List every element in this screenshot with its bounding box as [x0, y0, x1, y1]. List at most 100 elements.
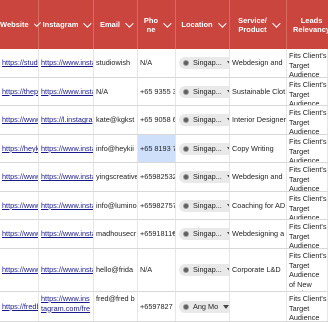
cell-website[interactable]: https://www.fric [0, 249, 39, 291]
cell-email[interactable]: N/A [94, 78, 138, 105]
instagram-value[interactable]: https://www.insta [41, 172, 93, 182]
cell-leads[interactable]: Fits Client's Target Audience of New Bus… [287, 49, 328, 77]
cell-leads[interactable]: Fits Client's Target Audience of New Bus… [287, 106, 328, 134]
header-service[interactable]: Service/ Product [230, 0, 287, 49]
cell-email[interactable]: info@lumino [94, 192, 138, 219]
cell-email[interactable]: fred@fred b [94, 292, 138, 321]
instagram-value[interactable]: https://www.ins tagram.com/fre [41, 294, 93, 313]
location-chip[interactable]: Singap... [179, 114, 229, 126]
cell-phone[interactable]: +65 9058 6 [138, 106, 176, 134]
dropdown-arrow-icon[interactable] [223, 304, 229, 309]
cell-instagram[interactable]: https://www.insta [39, 163, 94, 191]
table-row[interactable]: https://www.yinhttps://www.instayingscre… [0, 163, 328, 192]
cell-leads[interactable]: Fits Client's Target Audience [287, 292, 328, 321]
header-phone[interactable]: Pho ne [138, 0, 176, 49]
table-row[interactable]: https://thepureshttps://www.instaN/A +65 … [0, 78, 328, 106]
cell-service[interactable]: Webdesign and [230, 163, 287, 191]
chevron-down-icon[interactable] [125, 18, 134, 28]
instagram-value[interactable]: https://l.instagra [41, 115, 93, 125]
instagram-value[interactable]: https://www.insta [41, 265, 93, 275]
cell-service[interactable]: Sustainable Clot [230, 78, 287, 105]
cell-instagram[interactable]: https://l.instagra [39, 106, 94, 134]
cell-location[interactable]: Singap... [176, 78, 230, 105]
cell-instagram[interactable]: https://www.insta [39, 135, 94, 162]
table-row[interactable]: https://heykintshttps://www.instainfo@he… [0, 135, 328, 163]
cell-website[interactable]: https://www.yin [0, 163, 39, 191]
cell-location[interactable]: Ang Mo [176, 292, 230, 321]
cell-email[interactable]: kate@kgkst [94, 106, 138, 134]
cell-phone[interactable]: N/A [138, 49, 176, 77]
cell-location[interactable]: Singap... [176, 163, 230, 191]
cell-service[interactable] [230, 292, 287, 321]
cell-service[interactable]: Coaching for AD [230, 192, 287, 219]
header-website[interactable]: Website [0, 0, 41, 49]
chevron-down-icon[interactable] [83, 18, 93, 28]
cell-phone[interactable]: +65 8193 7 [138, 135, 176, 162]
cell-email[interactable]: hello@frida [94, 249, 138, 291]
cell-leads[interactable]: Fits Client's Target Audience of New Bus… [287, 163, 328, 191]
cell-leads[interactable]: Fits Client's Target Audience of New Bus… [287, 78, 328, 105]
cell-phone[interactable]: +6597827 [138, 292, 176, 321]
header-email[interactable]: Email [94, 0, 138, 49]
location-chip[interactable]: Singap... [179, 85, 229, 98]
cell-website[interactable]: https://fredbr [0, 292, 39, 321]
table-row[interactable]: https://www.frichttps://www.instahello@f… [0, 249, 328, 292]
cell-email[interactable]: info@heykii [94, 135, 138, 162]
cell-email[interactable]: yingscreative [94, 163, 138, 191]
location-chip[interactable]: Ang Mo [179, 300, 229, 313]
cell-email[interactable]: studiowish [94, 49, 138, 77]
location-chip[interactable]: Singap... [179, 142, 229, 155]
cell-service[interactable]: Interior Designer [230, 106, 287, 134]
location-chip[interactable]: Singap... [179, 199, 229, 212]
cell-instagram[interactable]: https://www.insta [39, 78, 94, 105]
cell-website[interactable]: https://www.ma [0, 220, 39, 248]
cell-phone[interactable]: +65982532 [138, 163, 176, 191]
cell-service[interactable]: Corporate L&D [230, 249, 287, 291]
website-value[interactable]: https://www.fric [2, 265, 38, 275]
cell-location[interactable]: Singap... [176, 135, 230, 162]
table-row[interactable]: https://www.mahttps://www.instamadhousec… [0, 220, 328, 249]
cell-location[interactable]: Singap... [176, 192, 230, 219]
cell-leads[interactable]: Fits Client's Target Audience of New Bus… [287, 249, 328, 291]
table-row[interactable]: https://studiowihttps://www.instastudiow… [0, 49, 328, 78]
cell-website[interactable]: https://thepures [0, 78, 39, 105]
cell-phone[interactable]: +65982757 [138, 192, 176, 219]
cell-phone[interactable]: +6591811€ [138, 220, 176, 248]
header-location[interactable]: Location [176, 0, 230, 49]
cell-website[interactable]: https://studiowi [0, 49, 39, 77]
cell-location[interactable]: Singap... [176, 220, 230, 248]
cell-instagram[interactable]: https://www.insta [39, 49, 94, 77]
website-value[interactable]: https://heykints [2, 144, 38, 154]
cell-leads[interactable]: Fits Client's Target Audience of New Bus… [287, 192, 328, 219]
instagram-value[interactable]: https://www.insta [41, 144, 93, 154]
cell-location[interactable]: Singap... [176, 106, 230, 134]
website-value[interactable]: https://fredbr [2, 302, 38, 312]
cell-website[interactable]: https://www.ins [0, 106, 39, 134]
instagram-value[interactable]: https://www.insta [41, 201, 93, 211]
table-row[interactable]: https://www.lunhttps://www.instainfo@lum… [0, 192, 328, 220]
cell-service[interactable]: Webdesign and [230, 49, 287, 77]
cell-location[interactable]: Singap... [176, 49, 230, 77]
website-value[interactable]: https://studiowi [2, 58, 38, 68]
location-chip[interactable]: Singap... [179, 264, 229, 276]
cell-service[interactable]: Copy Writing [230, 135, 287, 162]
instagram-value[interactable]: https://www.insta [41, 229, 93, 239]
cell-phone[interactable]: N/A [138, 249, 176, 291]
cell-instagram[interactable]: https://www.insta [39, 220, 94, 248]
cell-instagram[interactable]: https://www.insta [39, 249, 94, 291]
header-instagram[interactable]: Instagram [39, 0, 94, 49]
chevron-down-icon[interactable] [272, 18, 281, 28]
website-value[interactable]: https://www.ma [2, 229, 38, 239]
website-value[interactable]: https://www.ins [2, 115, 38, 125]
cell-website[interactable]: https://www.lun [0, 192, 39, 219]
location-chip[interactable]: Singap... [179, 228, 229, 240]
cell-instagram[interactable]: https://www.insta [39, 192, 94, 219]
website-value[interactable]: https://www.yin [2, 172, 38, 182]
header-leads[interactable]: Leads Relevancy [287, 0, 328, 49]
table-row[interactable]: https://www.inshttps://l.instagrakate@kg… [0, 106, 328, 135]
website-value[interactable]: https://www.lun [2, 201, 38, 211]
instagram-value[interactable]: https://www.insta [41, 58, 93, 68]
cell-service[interactable]: Webdesigning a [230, 220, 287, 248]
table-row[interactable]: https://fredbr https://www.ins tagram.com… [0, 292, 328, 322]
cell-location[interactable]: Singap... [176, 249, 230, 291]
